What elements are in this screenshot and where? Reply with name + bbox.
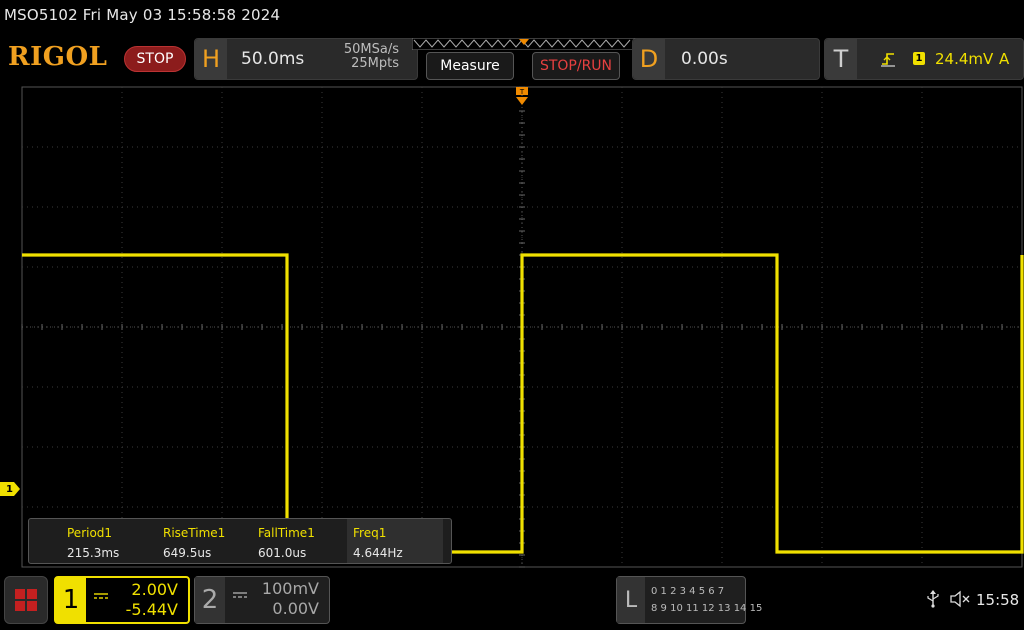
- measurement-freq: Freq1 4.644Hz: [347, 519, 443, 563]
- logic-channels-row1: 0 1 2 3 4 5 6 7: [651, 586, 725, 597]
- measurement-name: Freq1: [353, 526, 387, 540]
- memory-position-strip[interactable]: [412, 38, 636, 50]
- channel2-panel[interactable]: 2 100mV 0.00V: [194, 576, 330, 624]
- measurement-period: Period1 215.3ms: [67, 519, 157, 563]
- measurement-value: 4.644Hz: [353, 546, 403, 560]
- trigger-panel[interactable]: T 1 24.4mV A: [824, 38, 1024, 80]
- timebase-value: 50.0ms: [241, 49, 305, 69]
- measurement-falltime: FallTime1 601.0us: [258, 519, 348, 563]
- measurement-value: 601.0us: [258, 546, 307, 560]
- trigger-position-marker[interactable]: T: [515, 86, 529, 114]
- usb-icon: [926, 590, 940, 612]
- measurement-name: FallTime1: [258, 526, 315, 540]
- main-menu-button[interactable]: [4, 576, 48, 624]
- speaker-muted-icon[interactable]: [950, 590, 972, 612]
- channel2-number: 2: [195, 577, 225, 623]
- measurement-panel[interactable]: Period1 215.3ms RiseTime1 649.5us FallTi…: [28, 518, 452, 564]
- logic-letter: L: [617, 577, 645, 623]
- measurement-name: RiseTime1: [163, 526, 226, 540]
- channel2-scale: 100mV: [261, 579, 319, 598]
- trigger-level: 24.4mV: [935, 50, 994, 68]
- ch1-ground-marker[interactable]: 1: [0, 482, 20, 496]
- channel1-number: 1: [56, 578, 86, 622]
- memory-depth: 25Mpts: [351, 56, 399, 71]
- logic-analyzer-panel[interactable]: L 0 1 2 3 4 5 6 7 8 9 10 11 12 13 14 15: [616, 576, 762, 624]
- channel1-scale: 2.00V: [131, 580, 178, 599]
- horizontal-panel[interactable]: H 50.0ms 50MSa/s 25Mpts: [194, 38, 418, 80]
- measurement-risetime: RiseTime1 649.5us: [163, 519, 253, 563]
- sample-rate: 50MSa/s: [343, 42, 399, 57]
- channel1-offset: -5.44V: [125, 600, 178, 619]
- rigol-logo: RIGOL: [8, 42, 108, 72]
- run-state-badge[interactable]: STOP: [124, 46, 186, 72]
- svg-text:T: T: [519, 88, 525, 96]
- channel2-offset: 0.00V: [272, 599, 319, 618]
- dc-coupling-icon: [233, 585, 247, 604]
- dc-coupling-icon: [94, 586, 108, 605]
- status-clock: 15:58: [976, 591, 1020, 609]
- delay-panel[interactable]: D 0.00s: [632, 38, 820, 80]
- trigger-letter: T: [825, 39, 857, 79]
- window-title: MSO5102 Fri May 03 15:58:58 2024: [4, 6, 281, 24]
- measurement-value: 649.5us: [163, 546, 212, 560]
- sample-info: 50MSa/s 25Mpts: [344, 43, 399, 71]
- logic-channels-row2: 8 9 10 11 12 13 14 15: [651, 603, 763, 614]
- trigger-source-badge: 1: [913, 52, 925, 65]
- grid-menu-icon: [15, 589, 37, 611]
- delay-value: 0.00s: [681, 49, 728, 69]
- waveform-display[interactable]: [20, 86, 1024, 568]
- stop-run-button[interactable]: STOP/RUN: [532, 52, 620, 80]
- trigger-mode: A: [999, 50, 1010, 68]
- measurement-value: 215.3ms: [67, 546, 120, 560]
- measure-button[interactable]: Measure: [426, 52, 514, 80]
- measurement-name: Period1: [67, 526, 113, 540]
- channel1-panel[interactable]: 1 2.00V -5.44V: [54, 576, 190, 624]
- delay-letter: D: [633, 39, 665, 79]
- horizontal-letter: H: [195, 39, 227, 79]
- rising-edge-icon: [881, 51, 895, 71]
